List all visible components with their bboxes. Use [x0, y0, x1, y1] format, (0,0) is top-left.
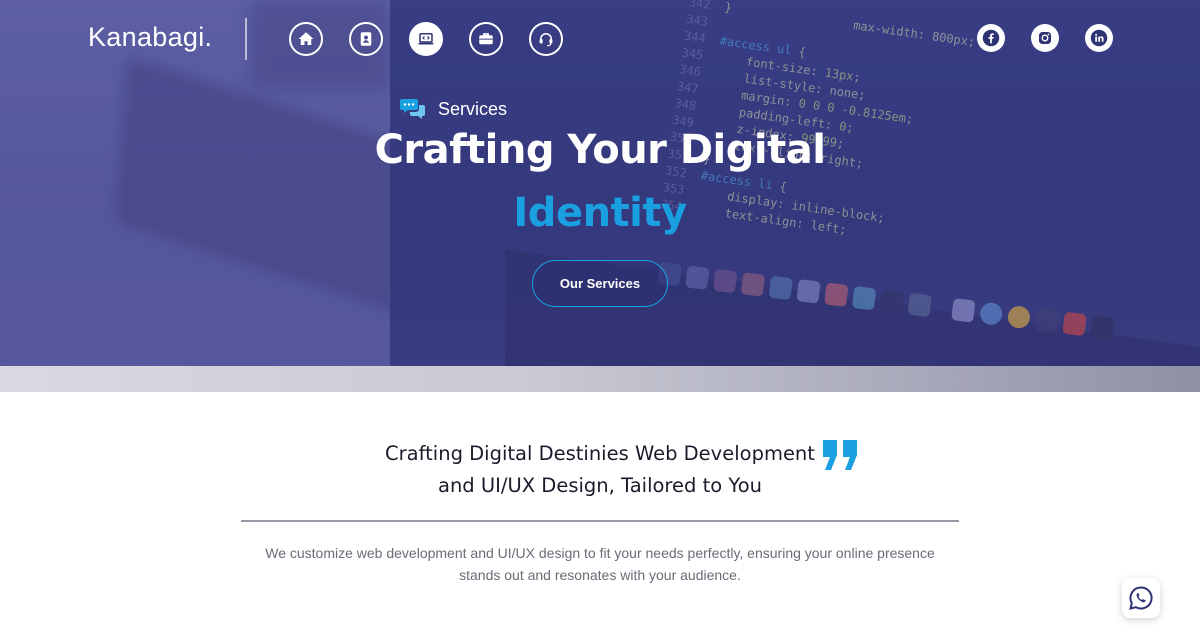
nav-home-button[interactable] [289, 22, 323, 56]
hero-section: 342 } max-width: 800px; 343 344 #access … [0, 0, 1200, 366]
linkedin-link[interactable] [1085, 24, 1113, 52]
hero-overlay [0, 0, 1200, 366]
description: We customize web development and UI/UX d… [265, 545, 935, 583]
hero-title: Crafting Your Digital [374, 127, 826, 173]
tagline-line: and UI/UX Design, Tailored to You [438, 474, 762, 497]
brand-divider [245, 18, 247, 60]
whatsapp-icon [1129, 586, 1153, 610]
hero-bottom-strip [0, 366, 1200, 392]
quote-icon [823, 440, 857, 470]
nav-contact-button[interactable] [529, 22, 563, 56]
home-icon [298, 32, 314, 45]
nav-services-button[interactable] [409, 22, 443, 56]
nav-contacts-button[interactable] [349, 22, 383, 56]
services-tag: Services [400, 96, 507, 122]
section-divider [241, 520, 959, 522]
tagline: Crafting Digital Destinies Web Developme… [300, 438, 900, 502]
facebook-link[interactable] [977, 24, 1005, 52]
briefcase-icon [479, 33, 493, 45]
facebook-icon [982, 29, 1000, 47]
linkedin-icon [1090, 29, 1108, 47]
nav-portfolio-button[interactable] [469, 22, 503, 56]
laptop-code-icon [418, 33, 434, 45]
headset-icon [539, 33, 553, 47]
services-tag-label: Services [438, 98, 508, 119]
contact-book-icon [360, 32, 372, 46]
tagline-line: Crafting Digital Destinies Web Developme… [385, 442, 815, 465]
whatsapp-button[interactable] [1122, 578, 1160, 618]
instagram-link[interactable] [1031, 24, 1059, 52]
our-services-button[interactable]: Our Services [532, 260, 668, 307]
chat-bubbles-icon [400, 99, 425, 119]
hero-title-highlight: Identity [513, 190, 687, 236]
brand-logo[interactable]: Kanabagi. [88, 22, 212, 53]
instagram-icon [1039, 32, 1051, 44]
